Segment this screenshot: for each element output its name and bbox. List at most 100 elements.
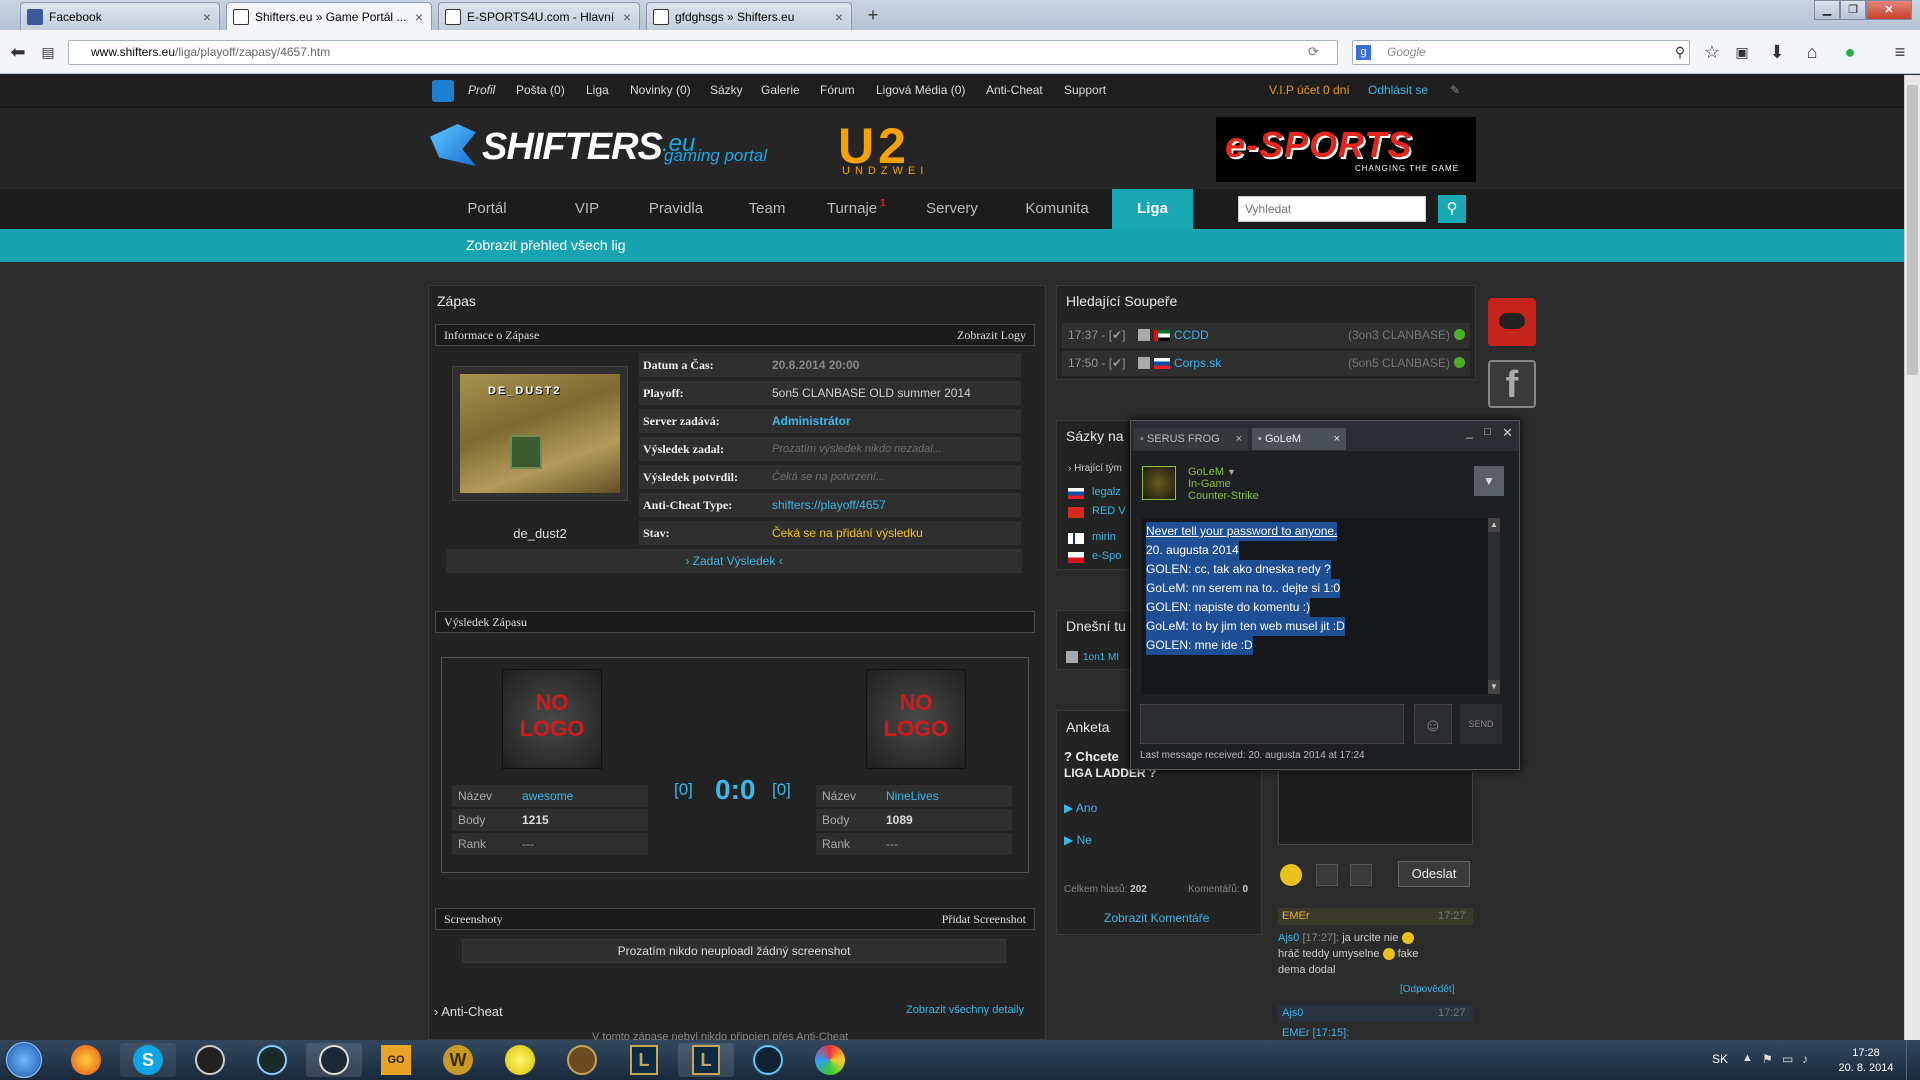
topbar-forum[interactable]: Fórum — [820, 83, 855, 97]
nav-team[interactable]: Team — [728, 189, 806, 229]
bet-team[interactable]: legalz — [1092, 486, 1121, 498]
chat-user[interactable]: GoLeM ▼ — [1188, 466, 1236, 478]
scrollbar-thumb[interactable] — [1907, 85, 1918, 375]
nav-pravidla[interactable]: Pravidla — [636, 189, 716, 229]
scroll-up-icon[interactable]: ▲ — [1488, 518, 1500, 532]
new-tab-button[interactable]: + — [860, 4, 886, 26]
pin-icon[interactable]: ✎ — [1450, 83, 1460, 97]
site-search-input[interactable] — [1238, 196, 1426, 222]
taskbar-wow[interactable]: W — [430, 1043, 486, 1077]
taskbar-app[interactable] — [244, 1043, 300, 1077]
nav-portal[interactable]: Portál — [446, 189, 528, 229]
bookmarks-icon[interactable]: ▣ — [1730, 40, 1754, 64]
topbar-ligova-media[interactable]: Ligová Média (0) — [876, 83, 965, 97]
nav-liga[interactable]: Liga — [1112, 189, 1193, 229]
addon-icon[interactable]: ● — [1838, 40, 1862, 64]
format-icon[interactable] — [1350, 864, 1372, 886]
nav-servery[interactable]: Servery — [910, 189, 994, 229]
page-scrollbar[interactable] — [1904, 75, 1920, 1040]
show-logs-link[interactable]: Zobrazit Logy — [957, 325, 1026, 345]
close-icon[interactable]: × — [1236, 428, 1242, 450]
topbar-galerie[interactable]: Galerie — [761, 83, 800, 97]
u2-logo[interactable]: U2 — [838, 121, 910, 171]
network-icon[interactable]: ▭ — [1782, 1052, 1793, 1066]
maximize-button[interactable]: ❐ — [1840, 0, 1866, 20]
tab-shifters[interactable]: Shifters.eu » Game Portál ... × — [226, 2, 432, 30]
taskbar-lol[interactable]: L — [616, 1043, 672, 1077]
shout-input[interactable] — [1278, 770, 1473, 845]
back-icon[interactable]: ⬅ — [6, 40, 30, 64]
emoji-icon[interactable]: ☺ — [1414, 704, 1452, 744]
volume-icon[interactable]: ♪ — [1802, 1052, 1808, 1066]
close-icon[interactable]: × — [623, 9, 631, 25]
shout-send-button[interactable]: Odeslat — [1398, 861, 1470, 887]
image-icon[interactable] — [1316, 864, 1338, 886]
topbar-support[interactable]: Support — [1064, 83, 1106, 97]
logout-link[interactable]: Odhlásit se — [1368, 83, 1428, 97]
reload-icon[interactable]: ⟳ — [1308, 44, 1319, 60]
tray-up-icon[interactable]: ▲ — [1742, 1052, 1753, 1064]
avatar[interactable] — [1142, 466, 1176, 500]
library-icon[interactable]: ▤ — [36, 40, 60, 64]
vip-status[interactable]: V.I.P účet 0 dní — [1269, 83, 1350, 97]
clock[interactable]: 17:28 20. 8. 2014 — [1836, 1046, 1896, 1076]
seeking-row[interactable]: 17:37 - [✔] CCDD (3on3 CLANBASE) — [1062, 323, 1470, 348]
topbar-novinky[interactable]: Novinky (0) — [630, 83, 691, 97]
taskbar-app[interactable] — [492, 1043, 548, 1077]
chat-options-dropdown[interactable]: ▼ — [1474, 466, 1504, 496]
bet-team[interactable]: RED V — [1092, 505, 1126, 517]
minimize-button[interactable]: ▁ — [1814, 0, 1840, 20]
google-icon[interactable]: g — [1356, 45, 1371, 60]
nav-turnaje[interactable]: Turnaje — [816, 189, 888, 229]
search-icon[interactable]: ⚲ — [1438, 195, 1466, 223]
show-desktop-button[interactable] — [1906, 1040, 1920, 1080]
bookmark-star-icon[interactable]: ☆ — [1700, 40, 1724, 64]
server-admin-link[interactable]: Administrátor — [772, 409, 851, 433]
team-right-name[interactable]: NineLives — [886, 785, 939, 807]
anticheat-details-link[interactable]: Zobrazit všechny detaily — [906, 1004, 1024, 1016]
taskbar-lol-client[interactable]: L — [678, 1043, 734, 1077]
show-comments-link[interactable]: Zobrazit Komentáře — [1104, 911, 1209, 925]
shout-user[interactable]: Ajs0 — [1282, 1007, 1303, 1019]
tab-facebook[interactable]: Facebook × — [20, 2, 220, 30]
all-leagues-link[interactable]: Zobrazit přehled všech lig — [466, 237, 626, 253]
topbar-sazky[interactable]: Sázky — [710, 83, 743, 97]
taskbar-app[interactable] — [554, 1043, 610, 1077]
chat-minimize-button[interactable]: _ — [1466, 425, 1473, 439]
download-icon[interactable]: ⬇ — [1765, 40, 1789, 64]
taskbar-steam[interactable] — [306, 1043, 362, 1077]
today-item[interactable]: 1on1 MI — [1083, 652, 1119, 663]
facebook-icon[interactable]: f — [1488, 360, 1536, 408]
language-indicator[interactable]: SK — [1712, 1052, 1728, 1066]
url-bar[interactable]: www.shifters.eu/liga/playoff/zapasy/4657… — [68, 40, 1338, 65]
add-screenshot-link[interactable]: Přidat Screenshot — [942, 909, 1026, 929]
close-icon[interactable]: × — [415, 9, 423, 25]
chat-tab-golem[interactable]: ▪ GoLeM × — [1252, 428, 1346, 450]
tab-esports4u[interactable]: E-SPORTS4U.com - Hlavní ... × — [438, 2, 640, 30]
chat-close-button[interactable]: ✕ — [1502, 425, 1513, 441]
chat-send-button[interactable]: SEND — [1460, 704, 1502, 744]
reply-link[interactable]: [Odpovědět] — [1400, 984, 1454, 995]
anticheat-link[interactable]: shifters://playoff/4657 — [772, 493, 886, 517]
seeking-row[interactable]: 17:50 - [✔] Corps.sk (5on5 CLANBASE) — [1062, 351, 1470, 376]
poll-option-yes[interactable]: ▶ Ano — [1064, 801, 1097, 815]
scroll-down-icon[interactable]: ▼ — [1488, 680, 1500, 694]
poll-option-no[interactable]: ▶ Ne — [1064, 833, 1092, 847]
chat-maximize-button[interactable]: □ — [1484, 426, 1491, 438]
flag-tray-icon[interactable]: ⚑ — [1762, 1052, 1773, 1066]
taskbar-app[interactable] — [740, 1043, 796, 1077]
close-icon[interactable]: × — [1334, 428, 1340, 450]
taskbar-paint[interactable] — [802, 1043, 858, 1077]
menu-icon[interactable]: ≡ — [1888, 40, 1912, 64]
nav-komunita[interactable]: Komunita — [1010, 189, 1104, 229]
topbar-liga[interactable]: Liga — [586, 83, 609, 97]
window-close-button[interactable]: ✕ — [1866, 0, 1912, 20]
taskbar-firefox[interactable] — [58, 1043, 114, 1077]
smiley-icon[interactable] — [1280, 864, 1302, 886]
shout-user[interactable]: EMEr — [1282, 910, 1310, 922]
taskbar-csgo[interactable]: GO — [368, 1043, 424, 1077]
seeking-team[interactable]: CCDD — [1174, 323, 1209, 347]
topbar-profil[interactable]: Profil — [468, 83, 495, 97]
enter-result-button[interactable]: › Zadat Výsledek ‹ — [446, 549, 1022, 573]
bet-team[interactable]: e-Spo — [1092, 550, 1121, 562]
